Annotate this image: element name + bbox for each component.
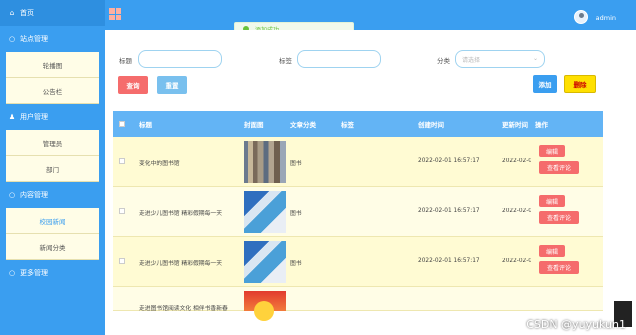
- more-icon: ○: [8, 269, 16, 277]
- header-updated[interactable]: 更新时间: [502, 119, 528, 129]
- edit-button[interactable]: 编辑: [539, 245, 565, 257]
- avatar[interactable]: [574, 10, 588, 24]
- sidebar-item-label: 更多管理: [20, 269, 48, 277]
- cell-category: 图书: [290, 211, 302, 217]
- sidebar-subitem-carousel[interactable]: 轮播图: [6, 52, 99, 78]
- sidebar-subitem-news-category[interactable]: 新闻分类: [6, 234, 99, 260]
- header-title[interactable]: 标题: [139, 119, 152, 129]
- sidebar-item-label: 首页: [20, 9, 34, 17]
- title-label: 标题: [119, 57, 132, 65]
- edit-button[interactable]: 编辑: [539, 195, 565, 207]
- menu-grid-icon[interactable]: [109, 8, 121, 20]
- home-icon: ⌂: [9, 9, 15, 17]
- table-header: 标题 封面图 文章分类 标签 创建时间 更新时间 操作: [113, 111, 603, 137]
- cell-created: 2022-02-01 16:57:17: [418, 158, 480, 164]
- header-created[interactable]: 创建时间: [418, 119, 444, 129]
- sidebar-item-home[interactable]: ⌂ 首页: [0, 0, 105, 26]
- table-row: 走进少儿图书馆 精彩假期每一天 图书 2022-02-01 16:57:17 2…: [113, 237, 603, 287]
- title-input[interactable]: [138, 50, 222, 68]
- cover-image: [244, 191, 286, 233]
- delete-button[interactable]: 删除: [564, 75, 596, 93]
- row-checkbox[interactable]: [119, 258, 125, 264]
- sidebar: ⌂ 首页 ○ 站点管理 轮播图 公告栏 ♟ 用户管理 管理员 部门 ○ 内容管理…: [0, 0, 105, 335]
- view-comments-button[interactable]: 查看评论: [539, 161, 579, 174]
- admin-username[interactable]: admin: [596, 14, 616, 22]
- cell-category: 图书: [290, 261, 302, 267]
- site-icon: ○: [8, 35, 16, 43]
- news-table: 标题 封面图 文章分类 标签 创建时间 更新时间 操作 变化中的图书馆 图书 2…: [113, 111, 603, 321]
- row-checkbox[interactable]: [119, 208, 125, 214]
- sidebar-subitem-admin[interactable]: 管理员: [6, 130, 99, 156]
- table-row: 走进图书馆阅读文化 相伴书香新春: [113, 287, 603, 321]
- header-actions: 操作: [535, 121, 548, 129]
- sidebar-item-content[interactable]: ○ 内容管理: [0, 182, 105, 208]
- cover-image: [244, 241, 286, 283]
- sidebar-item-users[interactable]: ♟ 用户管理: [0, 104, 105, 130]
- sidebar-item-label: 站点管理: [20, 35, 48, 43]
- table-row: 走进少儿图书馆 精彩假期每一天 图书 2022-02-01 16:57:17 2…: [113, 187, 603, 237]
- table-row: 变化中的图书馆 图书 2022-02-01 16:57:17 2022-02-0…: [113, 137, 603, 187]
- cell-title: 变化中的图书馆: [139, 161, 180, 167]
- tag-input[interactable]: [297, 50, 381, 68]
- sidebar-item-site[interactable]: ○ 站点管理: [0, 26, 105, 52]
- sidebar-item-label: 用户管理: [20, 113, 48, 121]
- cell-updated: 2022-02-0: [502, 158, 531, 164]
- topbar: admin: [105, 0, 636, 30]
- cell-created: 2022-02-01 16:57:17: [418, 258, 480, 264]
- cell-category: 图书: [290, 161, 302, 167]
- query-button[interactable]: 查询: [118, 76, 148, 94]
- cell-title: 走进少儿图书馆 精彩假期每一天: [139, 211, 222, 217]
- main-content: 标题 标签 分类 请选择 ⌄ 查询 重置 添加 删除 标题 封面图 文章分类 标…: [105, 30, 636, 335]
- header-category[interactable]: 文章分类: [290, 119, 316, 129]
- search-row: 标题 标签 分类 请选择 ⌄: [105, 50, 636, 70]
- user-icon: ♟: [8, 113, 16, 121]
- content-icon: ○: [8, 191, 16, 199]
- watermark: CSDN @yuyukun1: [526, 318, 626, 331]
- sidebar-item-label: 内容管理: [20, 191, 48, 199]
- sidebar-subitem-notice[interactable]: 公告栏: [6, 78, 99, 104]
- cell-updated: 2022-02-0: [502, 208, 531, 214]
- sidebar-item-more[interactable]: ○ 更多管理: [0, 260, 105, 286]
- chevron-down-icon: ⌄: [532, 55, 538, 62]
- header-cover: 封面图: [244, 121, 264, 129]
- tag-label: 标签: [279, 57, 292, 65]
- category-select[interactable]: 请选择 ⌄: [455, 50, 545, 68]
- category-placeholder: 请选择: [462, 56, 481, 64]
- table-body: 变化中的图书馆 图书 2022-02-01 16:57:17 2022-02-0…: [113, 137, 603, 321]
- row-checkbox[interactable]: [119, 158, 125, 164]
- view-comments-button[interactable]: 查看评论: [539, 261, 579, 274]
- sidebar-subitem-department[interactable]: 部门: [6, 156, 99, 182]
- cell-updated: 2022-02-0: [502, 258, 531, 264]
- category-label: 分类: [437, 57, 450, 65]
- add-button[interactable]: 添加: [533, 75, 557, 93]
- cell-title: 走进图书馆阅读文化 相伴书香新春: [139, 306, 228, 312]
- cover-image: [244, 141, 286, 183]
- select-all-checkbox[interactable]: [119, 121, 125, 127]
- header-tag: 标签: [341, 121, 354, 129]
- cell-title: 走进少儿图书馆 精彩假期每一天: [139, 261, 222, 267]
- cell-created: 2022-02-01 16:57:17: [418, 208, 480, 214]
- cover-image: [244, 291, 286, 321]
- edit-button[interactable]: 编辑: [539, 145, 565, 157]
- reset-button[interactable]: 重置: [157, 76, 187, 94]
- view-comments-button[interactable]: 查看评论: [539, 211, 579, 224]
- sidebar-subitem-campus-news[interactable]: 校园新闻: [6, 208, 99, 234]
